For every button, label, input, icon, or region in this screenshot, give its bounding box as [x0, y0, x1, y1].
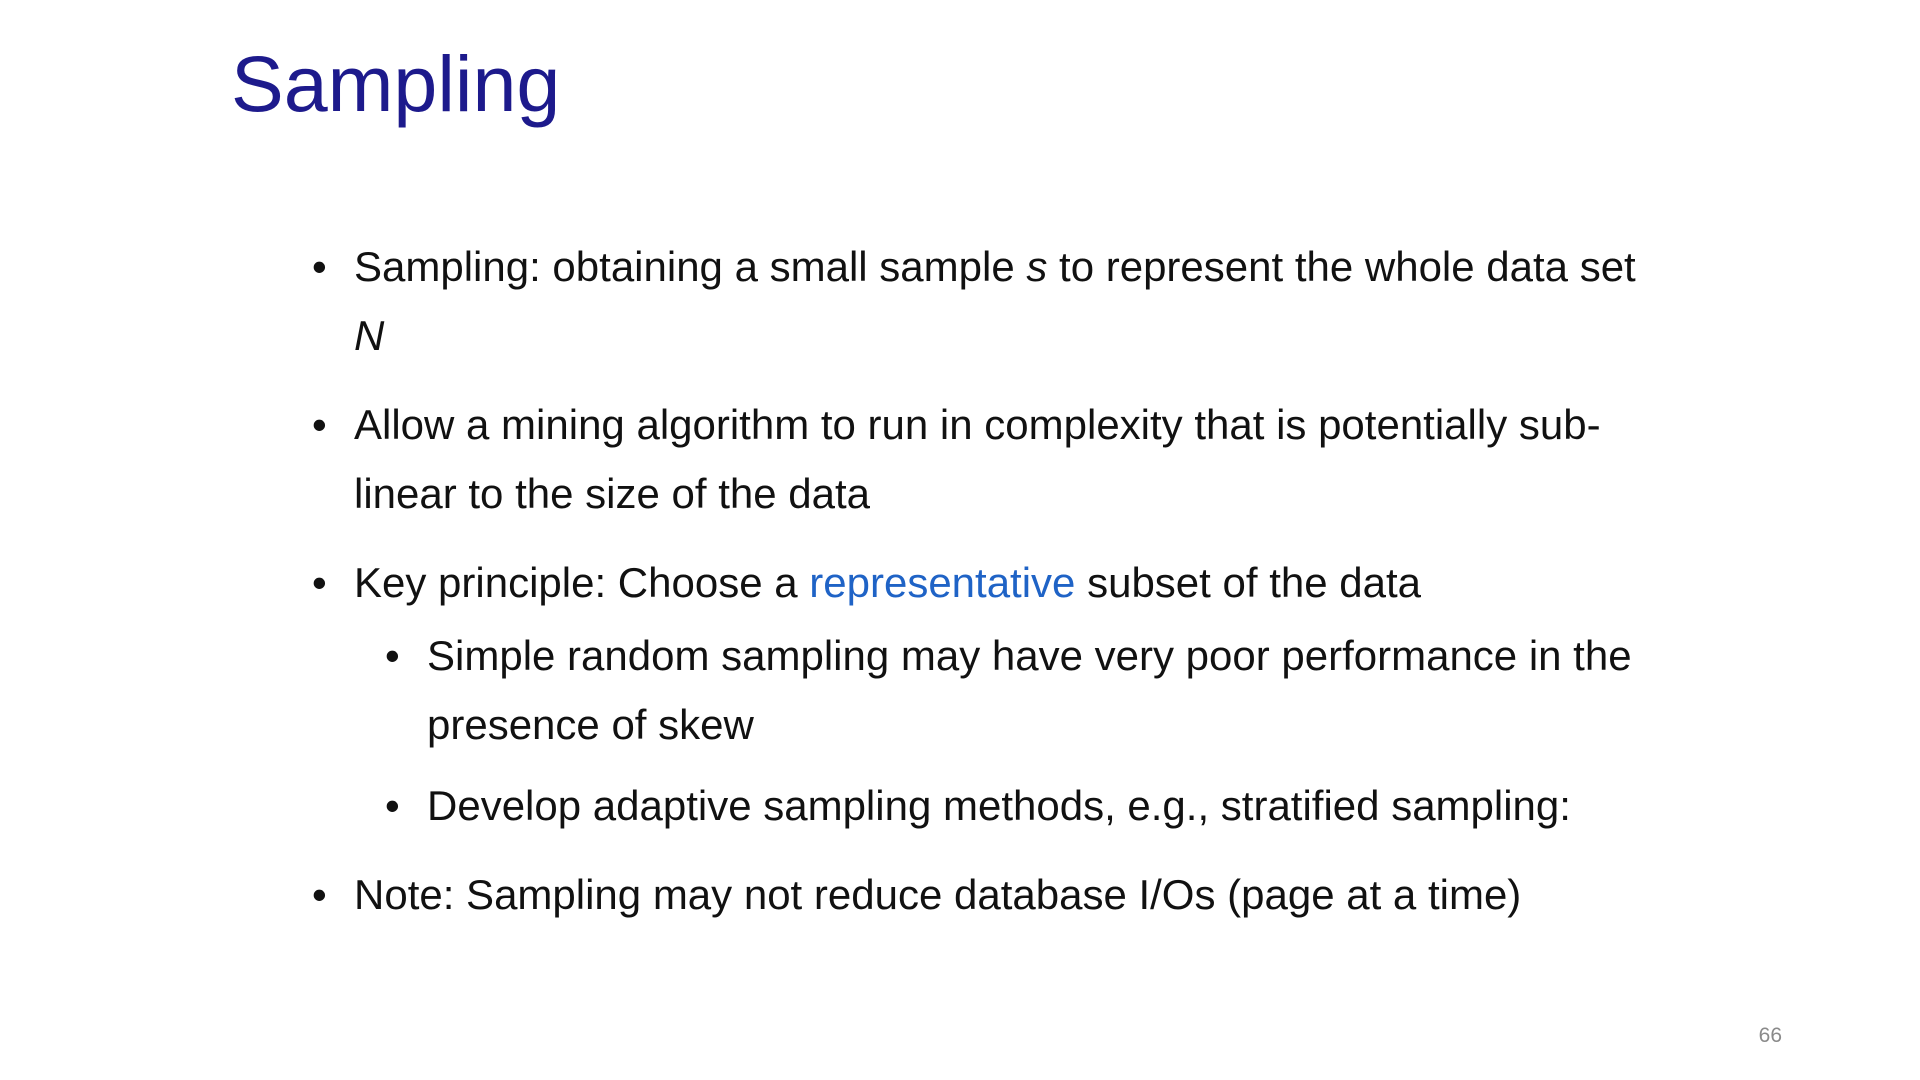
slide-title: Sampling [231, 39, 561, 128]
page-number: 66 [1758, 1024, 1782, 1047]
bullet-item-note: • Note: Sampling may not reduce database… [312, 860, 1672, 929]
bullet-icon: • [385, 782, 400, 829]
variable-n: N [354, 312, 385, 359]
bullet-text: Simple random sampling may have very poo… [427, 632, 1632, 748]
bullet-icon: • [385, 632, 400, 679]
bullet-icon: • [312, 243, 327, 290]
sub-bullet-item-adaptive-sampling: • Develop adaptive sampling methods, e.g… [385, 771, 1672, 840]
bullet-list: • Sampling: obtaining a small sample s t… [312, 232, 1672, 949]
bullet-text: subset of the data [1075, 559, 1421, 606]
bullet-text: to represent the whole data set [1047, 243, 1636, 290]
slide: Sampling • Sampling: obtaining a small s… [0, 0, 1920, 1080]
bullet-text: Sampling: obtaining a small sample [354, 243, 1027, 290]
bullet-text: Note: Sampling may not reduce database I… [354, 871, 1522, 918]
bullet-icon: • [312, 401, 327, 448]
bullet-text: Develop adaptive sampling methods, e.g.,… [427, 782, 1571, 829]
bullet-icon: • [312, 871, 327, 918]
bullet-text: Allow a mining algorithm to run in compl… [354, 401, 1601, 517]
sub-bullet-item-random-sampling: • Simple random sampling may have very p… [385, 621, 1672, 759]
highlight-representative: representative [809, 559, 1076, 606]
bullet-item-key-principle: • Key principle: Choose a representative… [312, 548, 1672, 617]
bullet-item-complexity: • Allow a mining algorithm to run in com… [312, 390, 1672, 528]
bullet-text: Key principle: Choose a [354, 559, 810, 606]
bullet-item-sampling-definition: • Sampling: obtaining a small sample s t… [312, 232, 1672, 370]
bullet-icon: • [312, 559, 327, 606]
variable-s: s [1026, 243, 1048, 290]
